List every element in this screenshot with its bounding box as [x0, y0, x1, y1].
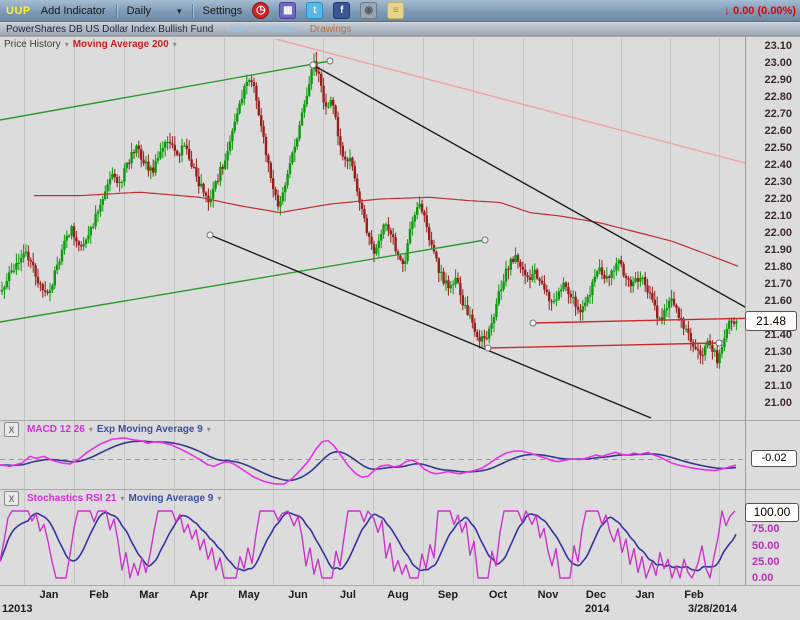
panel-divider[interactable]	[0, 420, 800, 421]
macd-panel-header: X MACD 12 26 ▾ Exp Moving Average 9 ▾	[4, 422, 211, 437]
stoch-axis-label: 25.00	[752, 556, 798, 568]
close-icon[interactable]: X	[4, 422, 19, 437]
stoch-axis-label: 50.00	[752, 540, 798, 552]
macd-signal-line	[0, 441, 736, 480]
macd-value-badge: -0.02	[751, 450, 797, 467]
stoch-dropdown[interactable]: Stochastics RSI 21	[27, 493, 116, 504]
panel-divider[interactable]	[0, 489, 800, 490]
chart-canvas[interactable]	[0, 0, 800, 620]
stoch-axis-label: 0.00	[752, 572, 798, 584]
chevron-down-icon: ▾	[207, 425, 211, 434]
tc2000-window: UUP Add Indicator Daily▾ Settings ◷ ▦ t …	[0, 0, 800, 620]
red-horizontal-lower-handle[interactable]	[716, 340, 722, 346]
green-lower-channel-handle[interactable]	[482, 237, 488, 243]
green-upper-channel[interactable]	[0, 61, 330, 120]
panel-divider	[0, 585, 800, 586]
stoch-panel-header: X Stochastics RSI 21 ▾ Moving Average 9 …	[4, 491, 221, 506]
price-axis-label: 21.00	[746, 397, 792, 409]
red-horizontal-lower-handle[interactable]	[485, 345, 491, 351]
macd-line	[0, 438, 736, 484]
price-axis-label: 21.80	[746, 261, 792, 273]
price-axis-label: 21.20	[746, 363, 792, 375]
green-upper-channel-handle[interactable]	[327, 58, 333, 64]
price-axis-label: 22.00	[746, 227, 792, 239]
chevron-down-icon: ▾	[120, 494, 124, 503]
stoch-plot[interactable]	[0, 511, 736, 578]
last-price-badge: 21.48	[745, 311, 797, 331]
price-axis-label: 22.10	[746, 210, 792, 222]
black-downtrend-long-handle[interactable]	[207, 232, 213, 238]
red-horizontal-lower[interactable]	[488, 343, 719, 348]
price-axis-label: 22.50	[746, 142, 792, 154]
price-axis-label: 22.30	[746, 176, 792, 188]
price-axis-label: 21.60	[746, 295, 792, 307]
price-axis-label: 21.10	[746, 380, 792, 392]
red-horizontal-upper[interactable]	[533, 318, 758, 323]
price-panel-header: Price History ▾ Moving Average 200 ▾	[4, 39, 177, 50]
stoch-axis-label: 75.00	[752, 523, 798, 535]
price-axis-label: 23.00	[746, 57, 792, 69]
macd-signal-dropdown[interactable]: Exp Moving Average 9	[97, 424, 203, 435]
black-downtrend-upper-handle[interactable]	[310, 62, 316, 68]
price-axis-label: 22.60	[746, 125, 792, 137]
price-history-dropdown[interactable]: Price History	[4, 39, 61, 50]
chevron-down-icon: ▾	[65, 40, 69, 49]
macd-plot[interactable]	[0, 438, 736, 484]
chevron-down-icon: ▾	[217, 494, 221, 503]
panel-divider	[0, 36, 800, 37]
macd-dropdown[interactable]: MACD 12 26	[27, 424, 85, 435]
close-icon[interactable]: X	[4, 491, 19, 506]
black-downtrend-long[interactable]	[210, 235, 651, 418]
price-axis-label: 22.90	[746, 74, 792, 86]
price-axis-label: 22.40	[746, 159, 792, 171]
price-axis-label: 23.10	[746, 40, 792, 52]
ma200-dropdown[interactable]: Moving Average 200	[73, 39, 169, 50]
price-axis-label: 22.20	[746, 193, 792, 205]
price-axis-label: 21.70	[746, 278, 792, 290]
stoch-value-badge: 100.00	[745, 503, 799, 522]
price-axis-label: 21.30	[746, 346, 792, 358]
red-horizontal-upper-handle[interactable]	[530, 320, 536, 326]
price-axis-label: 22.80	[746, 91, 792, 103]
chevron-down-icon: ▾	[89, 425, 93, 434]
green-lower-channel[interactable]	[0, 240, 485, 322]
price-axis-label: 22.70	[746, 108, 792, 120]
trendline-drawings[interactable]	[0, 38, 758, 418]
chevron-down-icon: ▾	[173, 40, 177, 49]
price-axis-label: 21.90	[746, 244, 792, 256]
stoch-ma-dropdown[interactable]: Moving Average 9	[129, 493, 214, 504]
